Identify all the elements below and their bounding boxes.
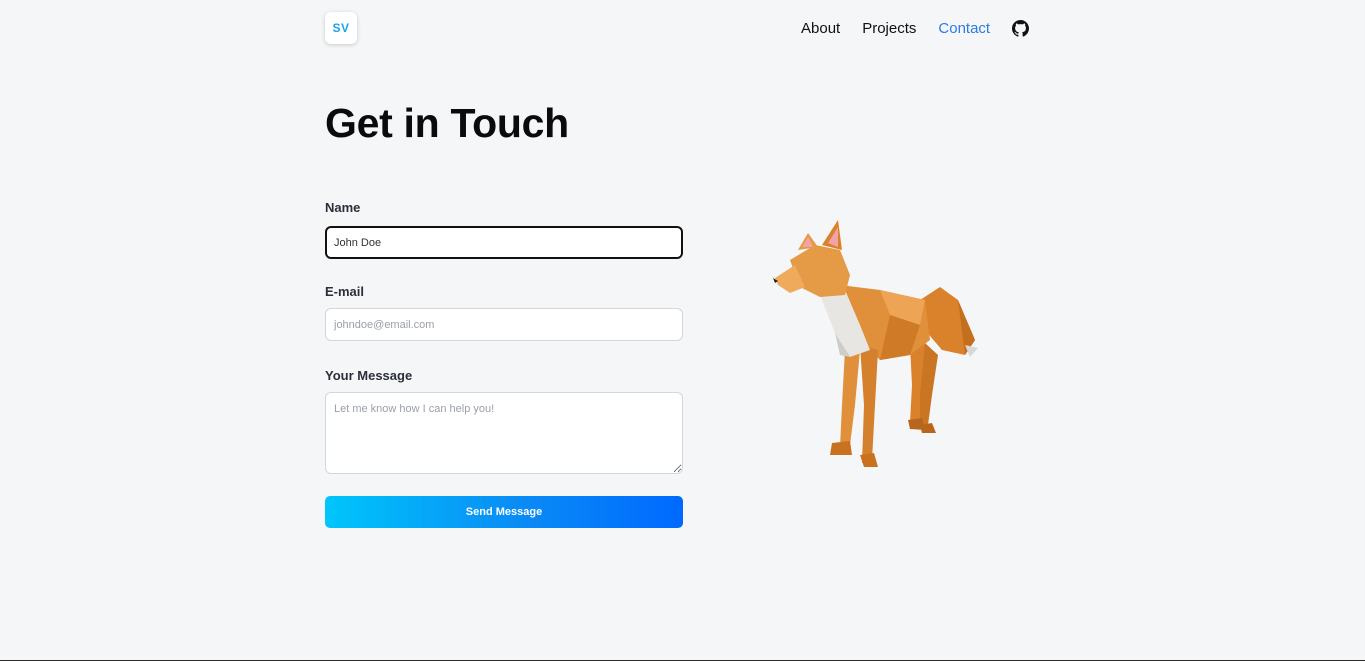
nav-about-link[interactable]: About xyxy=(801,20,840,37)
message-textarea[interactable] xyxy=(325,392,683,474)
email-label: E-mail xyxy=(325,284,365,299)
send-message-button[interactable]: Send Message xyxy=(325,496,683,528)
page-title: Get in Touch xyxy=(325,100,569,146)
github-icon[interactable] xyxy=(1012,19,1030,37)
nav-projects-link[interactable]: Projects xyxy=(862,20,916,37)
fox-illustration xyxy=(773,220,978,467)
site-logo[interactable]: SV xyxy=(325,12,357,44)
nav-contact-link[interactable]: Contact xyxy=(938,20,990,37)
email-input[interactable] xyxy=(325,308,683,341)
contact-page: SV About Projects Contact Get in Touch N… xyxy=(0,0,1365,661)
logo-text: SV xyxy=(332,21,350,35)
name-input[interactable] xyxy=(325,226,683,259)
message-label: Your Message xyxy=(325,368,413,383)
name-label: Name xyxy=(325,200,361,215)
main-nav: About Projects Contact xyxy=(790,17,1030,39)
